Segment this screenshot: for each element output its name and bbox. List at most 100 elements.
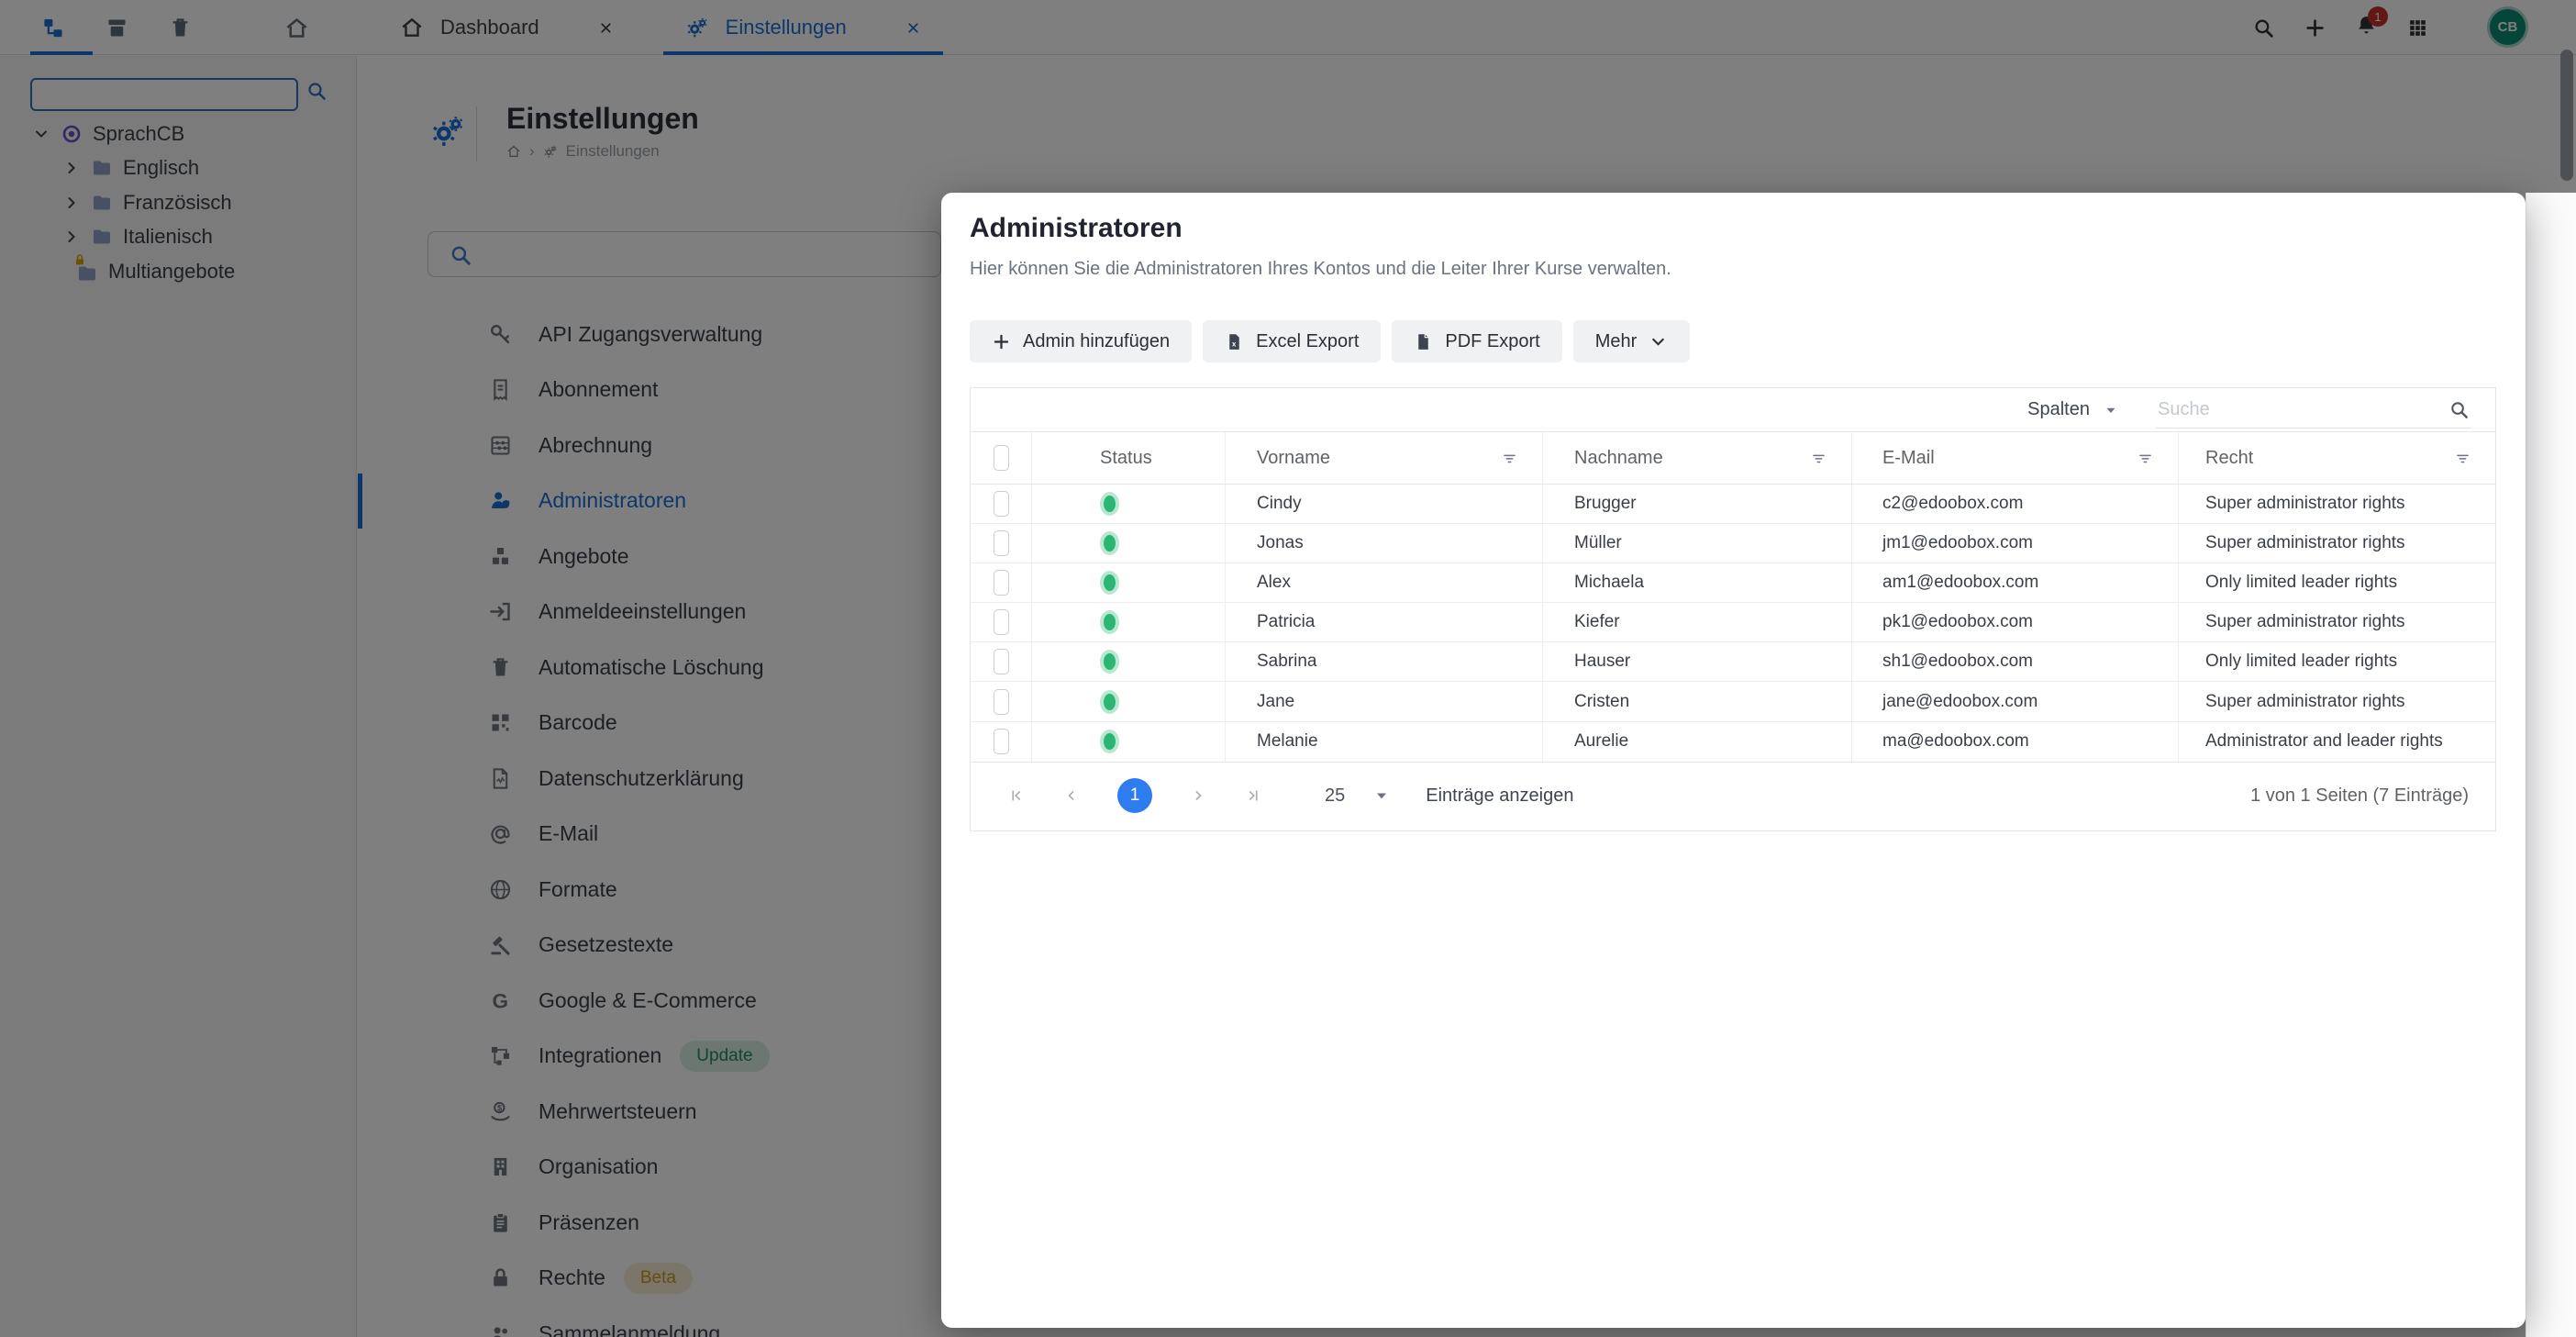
- email-cell: am1@edoobox.com: [1851, 563, 2178, 602]
- table-row[interactable]: AlexMichaelaam1@edoobox.comOnly limited …: [971, 563, 2495, 603]
- vorname-cell: Cindy: [1225, 485, 1542, 523]
- pagination-nav: 1: [1007, 778, 1262, 813]
- excel-file-icon: x: [1225, 332, 1244, 351]
- nachname-cell: Kiefer: [1542, 603, 1851, 641]
- search-icon[interactable]: [2448, 399, 2470, 420]
- column-header-label: E-Mail: [1882, 448, 1935, 469]
- status-cell: [1031, 682, 1225, 720]
- vorname-cell: Alex: [1225, 563, 1542, 602]
- email-cell: pk1@edoobox.com: [1851, 603, 2178, 641]
- excel-export-button[interactable]: x Excel Export: [1203, 320, 1381, 362]
- entries-label: Einträge anzeigen: [1426, 785, 1573, 807]
- status-cell: [1031, 603, 1225, 641]
- next-page-icon[interactable]: [1189, 786, 1207, 805]
- column-header-e-mail[interactable]: E-Mail: [1851, 432, 2178, 484]
- column-header-label: Nachname: [1574, 448, 1663, 469]
- vorname-cell: Jonas: [1225, 524, 1542, 563]
- row-select-cell: [971, 642, 1031, 681]
- email-cell: sh1@edoobox.com: [1851, 642, 2178, 681]
- button-label: Mehr: [1595, 331, 1638, 352]
- column-header-nachname[interactable]: Nachname: [1542, 432, 1851, 484]
- table-row[interactable]: CindyBruggerc2@edoobox.comSuper administ…: [971, 485, 2495, 524]
- columns-dropdown-label: Spalten: [2027, 399, 2090, 420]
- table-search-input[interactable]: [2156, 398, 2422, 421]
- status-cell: [1031, 563, 1225, 602]
- email-cell: ma@edoobox.com: [1851, 722, 2178, 762]
- select-all-checkbox[interactable]: [994, 445, 1009, 471]
- recht-cell: Super administrator rights: [2178, 485, 2495, 523]
- triangle-down-icon: [1372, 786, 1391, 805]
- recht-cell: Only limited leader rights: [2178, 563, 2495, 602]
- row-checkbox[interactable]: [994, 530, 1009, 556]
- column-header-label: Recht: [2205, 448, 2253, 469]
- nachname-cell: Brugger: [1542, 485, 1851, 523]
- plus-icon: [992, 332, 1011, 351]
- recht-cell: Super administrator rights: [2178, 682, 2495, 720]
- app-root: DashboardEinstellungen 1 CB SprachCBEngl…: [0, 0, 2576, 1337]
- status-active-indicator: [1100, 571, 1119, 595]
- page-size-select[interactable]: 25: [1325, 785, 1391, 807]
- nachname-cell: Hauser: [1542, 642, 1851, 681]
- table-body: CindyBruggerc2@edoobox.comSuper administ…: [971, 485, 2495, 762]
- table-row[interactable]: JaneCristenjane@edoobox.comSuper adminis…: [971, 682, 2495, 721]
- table-search: [2156, 392, 2471, 429]
- column-header-vorname[interactable]: Vorname: [1225, 432, 1542, 484]
- last-page-icon[interactable]: [1244, 786, 1262, 805]
- current-page-button[interactable]: 1: [1117, 778, 1152, 813]
- table-row[interactable]: JonasMüllerjm1@edoobox.comSuper administ…: [971, 524, 2495, 563]
- drawer-title: Administratoren: [970, 213, 1183, 244]
- columns-dropdown[interactable]: Spalten: [2027, 399, 2119, 420]
- filter-icon[interactable]: [2137, 450, 2154, 467]
- drawer-actions: Admin hinzufügen x Excel Export PDF Export M…: [970, 320, 1690, 362]
- admins-table: Spalten Status Vorname Nachname E-Mail Recht…: [970, 387, 2496, 831]
- email-cell: jm1@edoobox.com: [1851, 524, 2178, 563]
- table-header-row: Status Vorname Nachname E-Mail Recht: [971, 432, 2495, 485]
- status-cell: [1031, 524, 1225, 563]
- email-cell: c2@edoobox.com: [1851, 485, 2178, 523]
- column-header-label: Vorname: [1257, 448, 1330, 469]
- filter-icon[interactable]: [1810, 450, 1827, 467]
- scrollbar-thumb[interactable]: [2560, 50, 2573, 181]
- previous-page-icon[interactable]: [1062, 786, 1081, 805]
- filter-icon[interactable]: [1501, 450, 1518, 467]
- mehr-button[interactable]: Mehr: [1573, 320, 1691, 362]
- header-select-all-cell: [971, 432, 1031, 484]
- column-header-recht[interactable]: Recht: [2178, 432, 2495, 484]
- row-checkbox[interactable]: [994, 649, 1009, 674]
- vorname-cell: Jane: [1225, 682, 1542, 720]
- pdf-file-icon: [1414, 332, 1433, 351]
- recht-cell: Administrator and leader rights: [2178, 722, 2495, 762]
- row-select-cell: [971, 682, 1031, 720]
- column-header-label: Status: [1100, 448, 1152, 469]
- row-checkbox[interactable]: [994, 689, 1009, 715]
- row-select-cell: [971, 524, 1031, 563]
- row-select-cell: [971, 722, 1031, 762]
- row-checkbox[interactable]: [994, 491, 1009, 517]
- admin-hinzuf-gen-button[interactable]: Admin hinzufügen: [970, 320, 1192, 362]
- button-label: Admin hinzufügen: [1023, 331, 1170, 352]
- status-active-indicator: [1100, 610, 1119, 634]
- nachname-cell: Cristen: [1542, 682, 1851, 720]
- page-size-value: 25: [1325, 785, 1345, 807]
- table-toolbar: Spalten: [971, 388, 2495, 432]
- pdf-export-button[interactable]: PDF Export: [1392, 320, 1561, 362]
- table-row[interactable]: PatriciaKieferpk1@edoobox.comSuper admin…: [971, 603, 2495, 642]
- nachname-cell: Aurelie: [1542, 722, 1851, 762]
- row-select-cell: [971, 603, 1031, 641]
- recht-cell: Super administrator rights: [2178, 524, 2495, 563]
- table-row[interactable]: SabrinaHausersh1@edoobox.comOnly limited…: [971, 642, 2495, 682]
- vorname-cell: Melanie: [1225, 722, 1542, 762]
- status-cell: [1031, 722, 1225, 762]
- status-active-indicator: [1100, 650, 1119, 674]
- button-label: PDF Export: [1445, 331, 1539, 352]
- column-header-status[interactable]: Status: [1031, 432, 1225, 484]
- first-page-icon[interactable]: [1007, 786, 1026, 805]
- filter-icon[interactable]: [2454, 450, 2471, 467]
- table-row[interactable]: MelanieAureliema@edoobox.comAdministrato…: [971, 722, 2495, 762]
- scrollbar-track[interactable]: [2526, 193, 2576, 1337]
- row-checkbox[interactable]: [994, 609, 1009, 635]
- row-checkbox[interactable]: [994, 729, 1009, 754]
- button-label: Excel Export: [1256, 331, 1359, 352]
- status-active-indicator: [1100, 690, 1119, 714]
- row-checkbox[interactable]: [994, 570, 1009, 596]
